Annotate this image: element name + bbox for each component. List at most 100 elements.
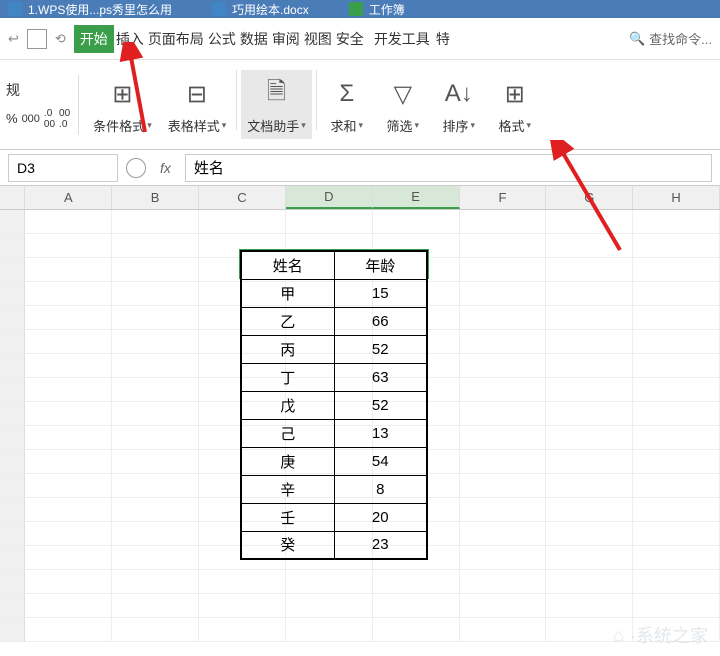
command-search[interactable]: 🔍 查找命令...	[629, 29, 712, 48]
percent-icon[interactable]: %	[6, 111, 18, 126]
column-headers: ABCDEFGH	[0, 186, 720, 210]
dropdown-arrow-icon: ▾	[147, 120, 152, 131]
col-header-E[interactable]: E	[373, 186, 460, 209]
filter-button[interactable]: ▽筛选▾	[377, 70, 429, 139]
table-cell[interactable]: 23	[334, 531, 427, 559]
dropdown-arrow-icon: ▾	[222, 120, 227, 131]
ribbon: 规 % 000 .000 00.0 ⊞条件格式▾⊟表格样式▾🗎文档助手▾Σ求和▾…	[0, 60, 720, 150]
formula-input[interactable]: 姓名	[185, 154, 712, 182]
col-header-F[interactable]: F	[460, 186, 547, 209]
col-header-D[interactable]: D	[286, 186, 373, 209]
table-row: 辛8	[241, 475, 427, 503]
table-cell[interactable]: 甲	[241, 279, 334, 307]
tab-insert[interactable]: 插入	[114, 25, 146, 53]
table-cell[interactable]: 丙	[241, 335, 334, 363]
name-search-icon[interactable]	[126, 158, 146, 178]
tab-security[interactable]: 安全	[334, 25, 366, 53]
table-row: 己13	[241, 419, 427, 447]
doc-tab-2[interactable]: 巧用绘本.docx	[212, 1, 309, 18]
col-header-B[interactable]: B	[112, 186, 199, 209]
select-all-corner[interactable]	[0, 186, 25, 209]
table-cell[interactable]: 戊	[241, 391, 334, 419]
data-table: 姓名年龄甲15乙66丙52丁63戊52己13庚54辛8壬20癸23	[240, 250, 428, 560]
table-style-icon: ⊟	[177, 74, 217, 114]
dropdown-arrow-icon: ▾	[415, 120, 420, 131]
table-style-button[interactable]: ⊟表格样式▾	[162, 70, 233, 139]
table-row: 癸23	[241, 531, 427, 559]
table-cell[interactable]: 庚	[241, 447, 334, 475]
sheet-area: ABCDEFGH 姓名年龄甲15乙66丙52丁63戊52己13庚54辛8壬20癸…	[0, 186, 720, 642]
table-cell[interactable]: 52	[334, 335, 427, 363]
table-cell[interactable]: 20	[334, 503, 427, 531]
menu-bar: ↩ ⟲ 开始 插入 页面布局 公式 数据 审阅 视图 安全 开发工具 特 🔍 查…	[0, 18, 720, 60]
table-row: 甲15	[241, 279, 427, 307]
increase-decimal-icon[interactable]: .000	[44, 108, 55, 130]
fx-icon[interactable]: fx	[160, 160, 171, 176]
doc-tab-1[interactable]: 1.WPS使用...ps秀里怎么用	[8, 1, 172, 18]
table-cell[interactable]: 乙	[241, 307, 334, 335]
doc-helper-button[interactable]: 🗎文档助手▾	[241, 70, 312, 139]
tab-review[interactable]: 审阅	[270, 25, 302, 53]
col-header-H[interactable]: H	[633, 186, 720, 209]
tab-start[interactable]: 开始	[74, 25, 114, 53]
dropdown-arrow-icon: ▾	[471, 120, 476, 131]
divider	[236, 70, 237, 130]
table-cell[interactable]: 13	[334, 419, 427, 447]
doc-tab-3[interactable]: 工作簿	[349, 1, 405, 18]
number-format-controls[interactable]: % 000 .000 00.0	[6, 108, 70, 130]
doc-helper-icon: 🗎	[257, 74, 297, 114]
table-cell[interactable]: 66	[334, 307, 427, 335]
cell-reference-input[interactable]: D3	[8, 154, 118, 182]
sort-icon: A↓	[439, 74, 479, 114]
menu-tabs: 开始 插入 页面布局 公式 数据 审阅 视图 安全 开发工具 特	[74, 25, 452, 53]
ribbon-number-format: 规 % 000 .000 00.0	[4, 80, 70, 130]
formula-bar: D3 fx 姓名	[0, 150, 720, 186]
col-header-G[interactable]: G	[546, 186, 633, 209]
table-row: 丙52	[241, 335, 427, 363]
conditional-format-icon: ⊞	[102, 74, 142, 114]
sum-icon: Σ	[327, 74, 367, 114]
watermark: ⌂ ·系统之家	[613, 622, 708, 648]
back-icon[interactable]: ↩	[8, 31, 19, 47]
divider	[78, 75, 79, 135]
document-tabs-bar: 1.WPS使用...ps秀里怎么用 巧用绘本.docx 工作簿	[0, 0, 720, 18]
table-cell[interactable]: 丁	[241, 363, 334, 391]
thousands-icon[interactable]: 000	[22, 113, 40, 125]
window-icon[interactable]	[27, 29, 47, 49]
table-row: 丁63	[241, 363, 427, 391]
tab-layout[interactable]: 页面布局	[146, 25, 206, 53]
table-cell[interactable]: 54	[334, 447, 427, 475]
table-cell[interactable]: 15	[334, 279, 427, 307]
decrease-decimal-icon[interactable]: 00.0	[59, 108, 70, 130]
sort-button[interactable]: A↓排序▾	[433, 70, 485, 139]
table-cell[interactable]: 63	[334, 363, 427, 391]
dropdown-arrow-icon: ▾	[359, 120, 364, 131]
word-icon	[212, 2, 226, 16]
table-cell[interactable]: 己	[241, 419, 334, 447]
table-cell[interactable]: 辛	[241, 475, 334, 503]
tab-devtools[interactable]: 开发工具	[372, 25, 432, 53]
table-row: 壬20	[241, 503, 427, 531]
table-header-cell[interactable]: 姓名	[241, 251, 334, 279]
tab-data[interactable]: 数据	[238, 25, 270, 53]
tab-view[interactable]: 视图	[302, 25, 334, 53]
format-button[interactable]: ⊞格式▾	[489, 70, 541, 139]
table-cell[interactable]: 52	[334, 391, 427, 419]
table-header-row: 姓名年龄	[241, 251, 427, 279]
col-header-C[interactable]: C	[199, 186, 286, 209]
tab-formula[interactable]: 公式	[206, 25, 238, 53]
table-cell[interactable]: 癸	[241, 531, 334, 559]
table-header-cell[interactable]: 年龄	[334, 251, 427, 279]
col-header-A[interactable]: A	[25, 186, 112, 209]
table-cell[interactable]: 8	[334, 475, 427, 503]
table-cell[interactable]: 壬	[241, 503, 334, 531]
watermark-icon: ⌂	[613, 625, 624, 646]
table-row: 庚54	[241, 447, 427, 475]
filter-icon: ▽	[383, 74, 423, 114]
dropdown-arrow-icon: ▾	[301, 120, 306, 131]
sum-button[interactable]: Σ求和▾	[321, 70, 373, 139]
conditional-format-button[interactable]: ⊞条件格式▾	[87, 70, 158, 139]
tab-extra[interactable]: 特	[434, 25, 452, 53]
table-row: 戊52	[241, 391, 427, 419]
pin-icon[interactable]: ⟲	[55, 31, 66, 47]
